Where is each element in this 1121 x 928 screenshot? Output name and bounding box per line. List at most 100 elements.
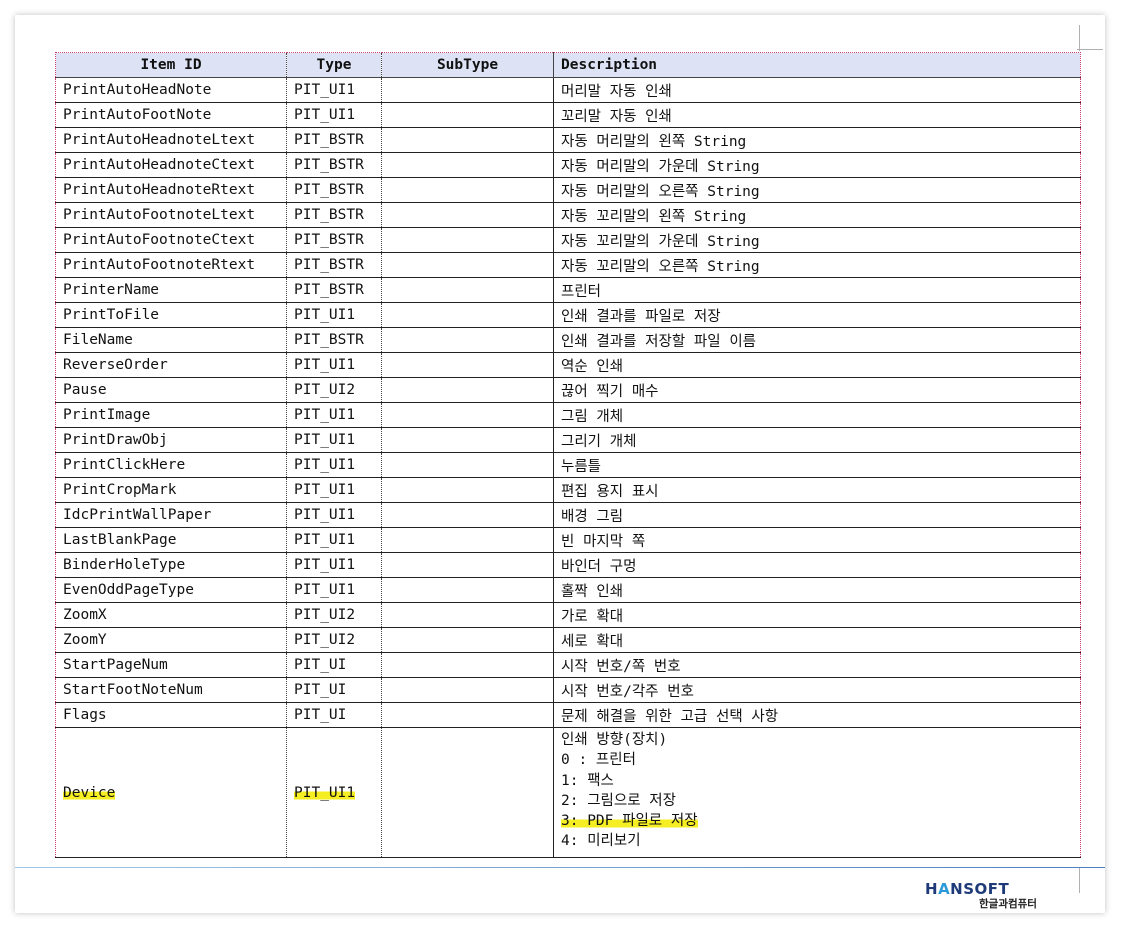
logo-letter-h: H (925, 880, 939, 898)
highlighted-item-id: Device (63, 784, 116, 801)
cell-subtype (381, 527, 554, 553)
desc-line: 인쇄 방향(장치) (561, 732, 668, 748)
cell-type: PIT_UI1 (286, 77, 382, 103)
table-row: PrintAutoFootnoteRtext PIT_BSTR 자동 꼬리말의 오른… (55, 252, 1081, 278)
table-row: ReverseOrder PIT_UI1 역순 인쇄 (55, 352, 1081, 378)
cell-subtype (381, 427, 554, 453)
cell-item-id: IdcPrintWallPaper (55, 502, 287, 528)
print-items-table: Item ID Type SubType Description PrintAu… (55, 52, 1081, 858)
cell-subtype (381, 252, 554, 278)
cell-description: 인쇄 결과를 저장할 파일 이름 (553, 327, 1081, 353)
cell-subtype (381, 102, 554, 128)
table-row: PrintCropMark PIT_UI1 편집 용지 표시 (55, 477, 1081, 503)
cell-subtype (381, 502, 554, 528)
cell-description: 자동 머리말의 오른쪽 String (553, 177, 1081, 203)
cell-type: PIT_UI1 (286, 552, 382, 578)
cell-item-id: ZoomX (55, 602, 287, 628)
cell-type: PIT_UI2 (286, 602, 382, 628)
table-row: PrintAutoHeadnoteCtext PIT_BSTR 자동 머리말의 가운… (55, 152, 1081, 178)
table-row: StartPageNum PIT_UI 시작 번호/쪽 번호 (55, 652, 1081, 678)
crop-mark-top-right-v (1079, 25, 1080, 51)
cell-subtype (381, 177, 554, 203)
cell-description: 자동 머리말의 왼쪽 String (553, 127, 1081, 153)
cell-subtype (381, 202, 554, 228)
desc-line: 3: PDF 파일로 저장 (561, 811, 1080, 831)
header-description: Description (553, 52, 1081, 78)
table-row: PrintImage PIT_UI1 그림 개체 (55, 402, 1081, 428)
cell-item-id: Flags (55, 702, 287, 728)
header-subtype: SubType (381, 52, 554, 78)
cell-type: PIT_BSTR (286, 252, 382, 278)
desc-line: 0 : 프린터 (561, 752, 636, 769)
cell-item-id: StartPageNum (55, 652, 287, 678)
table-row: PrintClickHere PIT_UI1 누름틀 (55, 452, 1081, 478)
cell-type: PIT_BSTR (286, 202, 382, 228)
document-page: Item ID Type SubType Description PrintAu… (15, 15, 1105, 913)
cell-subtype (381, 327, 554, 353)
header-item-id: Item ID (55, 52, 287, 78)
table-row: BinderHoleType PIT_UI1 바인더 구멍 (55, 552, 1081, 578)
cell-description: 프린터 (553, 277, 1081, 303)
cell-description: 그림 개체 (553, 402, 1081, 428)
cell-description: 문제 해결을 위한 고급 선택 사항 (553, 702, 1081, 728)
cell-type: PIT_UI1 (286, 527, 382, 553)
cell-description: 꼬리말 자동 인쇄 (553, 102, 1081, 128)
cell-subtype (381, 627, 554, 653)
cell-subtype (381, 127, 554, 153)
cell-description: 그리기 개체 (553, 427, 1081, 453)
cell-item-id: PrintAutoFootnoteLtext (55, 202, 287, 228)
cell-subtype (381, 652, 554, 678)
cell-type: PIT_UI1 (286, 352, 382, 378)
cell-item-id: Device (55, 727, 287, 858)
cell-item-id: PrintAutoHeadnoteLtext (55, 127, 287, 153)
cell-type: PIT_UI1 (286, 727, 382, 858)
cell-type: PIT_UI (286, 677, 382, 703)
cell-type: PIT_BSTR (286, 227, 382, 253)
cell-item-id: PrintToFile (55, 302, 287, 328)
cell-type: PIT_UI (286, 702, 382, 728)
cell-item-id: PrintAutoHeadnoteCtext (55, 152, 287, 178)
cell-type: PIT_UI1 (286, 577, 382, 603)
cell-subtype (381, 702, 554, 728)
table-row: StartFootNoteNum PIT_UI 시작 번호/각주 번호 (55, 677, 1081, 703)
cell-item-id: PrintAutoHeadnoteRtext (55, 177, 287, 203)
desc-line: 1: 팩스 (561, 772, 614, 789)
print-items-table-wrap: Item ID Type SubType Description PrintAu… (55, 52, 1081, 858)
cell-subtype (381, 577, 554, 603)
cell-subtype (381, 602, 554, 628)
cell-description: 자동 꼬리말의 오른쪽 String (553, 252, 1081, 278)
table-row: IdcPrintWallPaper PIT_UI1 배경 그림 (55, 502, 1081, 528)
cell-description: 시작 번호/쪽 번호 (553, 652, 1081, 678)
header-type: Type (286, 52, 382, 78)
cell-description: 빈 마지막 쪽 (553, 527, 1081, 553)
cell-item-id: ZoomY (55, 627, 287, 653)
cell-subtype (381, 302, 554, 328)
table-row: PrintAutoFootnoteCtext PIT_BSTR 자동 꼬리말의 가운… (55, 227, 1081, 253)
highlighted-desc-line: 3: PDF 파일로 저장 (561, 813, 698, 830)
cell-description: 자동 꼬리말의 왼쪽 String (553, 202, 1081, 228)
table-body: PrintAutoHeadNote PIT_UI1 머리말 자동 인쇄 PrintAu… (55, 77, 1081, 858)
cell-item-id: PrintAutoFootNote (55, 102, 287, 128)
cell-description: 인쇄 방향(장치) 0 : 프린터 1: 팩스 2: 그림으로 저장 3: PD… (553, 727, 1081, 858)
logo-letter-a: A (938, 880, 951, 898)
table-row: PrintAutoHeadnoteRtext PIT_BSTR 자동 머리말의 오른… (55, 177, 1081, 203)
cell-type: PIT_UI1 (286, 102, 382, 128)
cell-item-id: Pause (55, 377, 287, 403)
cell-item-id: PrintAutoHeadNote (55, 77, 287, 103)
crop-mark-bottom-right-v (1079, 867, 1080, 893)
table-row: Pause PIT_UI2 끊어 찍기 매수 (55, 377, 1081, 403)
cell-description: 바인더 구멍 (553, 552, 1081, 578)
cell-subtype (381, 227, 554, 253)
cell-type: PIT_BSTR (286, 277, 382, 303)
cell-item-id: PrintImage (55, 402, 287, 428)
cell-subtype (381, 152, 554, 178)
desc-line: 4: 미리보기 (561, 833, 641, 850)
cell-subtype (381, 452, 554, 478)
cell-item-id: PrintDrawObj (55, 427, 287, 453)
cell-subtype (381, 277, 554, 303)
cell-description: 끊어 찍기 매수 (553, 377, 1081, 403)
cell-description: 배경 그림 (553, 502, 1081, 528)
cell-description: 가로 확대 (553, 602, 1081, 628)
cell-subtype (381, 77, 554, 103)
cell-subtype (381, 402, 554, 428)
